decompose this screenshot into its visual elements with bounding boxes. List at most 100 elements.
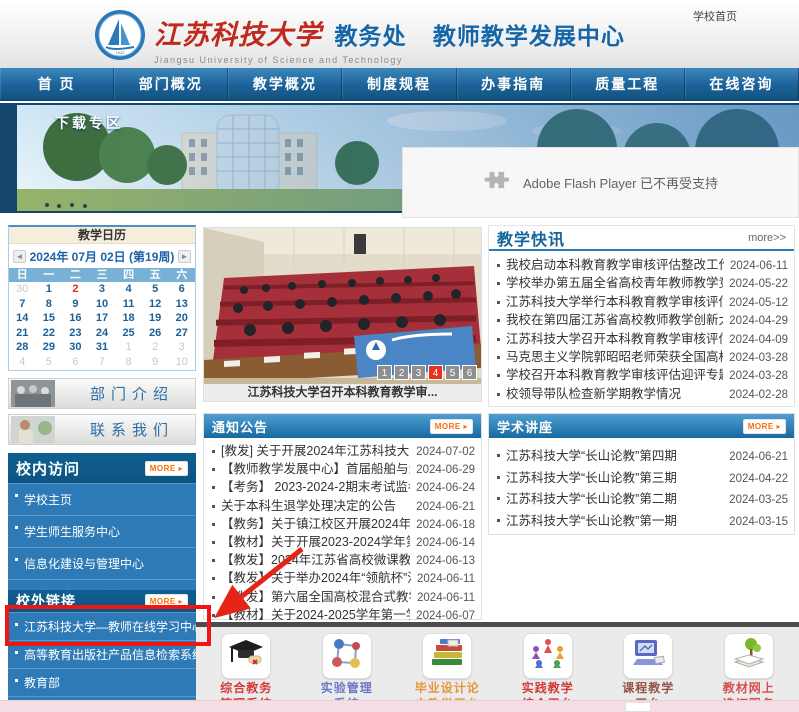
slideshow-page-button[interactable]: 1 <box>377 365 392 380</box>
news-more-link[interactable]: more>> <box>748 232 786 244</box>
nav-item[interactable]: 制度规程 <box>342 68 456 99</box>
app-thesis-platform[interactable]: 毕业设计论 文教学平台 <box>401 633 493 700</box>
calendar-day[interactable]: 30 <box>9 282 36 297</box>
notice-item[interactable]: 【教发】2024年江苏省高校微课教学比赛推... 2024-06-13 <box>210 551 475 569</box>
news-text[interactable]: 学校召开本科教育教学审核评估迎评专题... <box>506 366 723 384</box>
notice-item[interactable]: 【考务】 2023-2024-2期末考试监考班车安... 2024-06-24 <box>210 478 475 496</box>
news-text[interactable]: 学校举办第五届全省高校青年教师教学竞赛... <box>506 274 723 292</box>
notice-text[interactable]: 【教发】关于举办2024年“领航杯”江苏省... <box>221 569 411 587</box>
calendar-day[interactable]: 5 <box>36 355 63 370</box>
nav-item[interactable]: 教学概况 <box>228 68 342 99</box>
calendar-day[interactable]: 24 <box>89 326 116 341</box>
calendar-day[interactable]: 10 <box>89 297 116 312</box>
calendar-day[interactable]: 6 <box>62 355 89 370</box>
calendar-day[interactable]: 31 <box>89 340 116 355</box>
news-item[interactable]: 我校在第四届江苏省高校教师教学创新大赛... 2024-04-29 <box>495 311 788 329</box>
external-more-button[interactable]: MORE ▸ <box>145 594 188 609</box>
calendar-day[interactable]: 8 <box>36 297 63 312</box>
slideshow-page-button[interactable]: 3 <box>411 365 426 380</box>
notice-item[interactable]: 【教务】关于镇江校区开展2024年大类专业... 2024-06-18 <box>210 515 475 533</box>
news-item[interactable]: 江苏科技大学召开本科教育教学审核评估启... 2024-04-09 <box>495 330 788 348</box>
calendar-day[interactable]: 20 <box>168 311 195 326</box>
calendar-day[interactable]: 17 <box>89 311 116 326</box>
calendar-day[interactable]: 11 <box>115 297 142 312</box>
notice-text[interactable]: [教发] 关于开展2024年江苏科技大学青年... <box>221 442 410 460</box>
nav-item[interactable]: 办事指南 <box>457 68 571 99</box>
slideshow-page-button[interactable]: 6 <box>462 365 477 380</box>
notice-text[interactable]: 【教师教学发展中心】首届船舶与海洋工程... <box>221 460 410 478</box>
lecture-item[interactable]: 江苏科技大学“长山论教”第四期 2024-06-21 <box>495 446 788 468</box>
calendar-day[interactable]: 7 <box>89 355 116 370</box>
lecture-item[interactable]: 江苏科技大学“长山论教”第三期 2024-04-22 <box>495 468 788 490</box>
notice-text[interactable]: 【考务】 2023-2024-2期末考试监考班车安... <box>221 478 410 496</box>
intranet-link[interactable]: 信息化建设与管理中心 <box>8 547 196 579</box>
calendar-day[interactable]: 7 <box>9 297 36 312</box>
notices-more-button[interactable]: MORE ▸ <box>430 419 473 434</box>
lecture-text[interactable]: 江苏科技大学“长山论教”第三期 <box>506 468 723 490</box>
nav-item[interactable]: 部门概况 <box>114 68 228 99</box>
news-text[interactable]: 我校在第四届江苏省高校教师教学创新大赛... <box>506 311 723 329</box>
app-textbook-ordering[interactable]: 教材网上 选订服务 <box>703 633 795 700</box>
intranet-more-button[interactable]: MORE ▸ <box>145 461 188 476</box>
calendar-day[interactable]: 13 <box>168 297 195 312</box>
notice-text[interactable]: 【教发】第六届全国高校混合式教学设计创... <box>221 588 411 606</box>
external-link[interactable]: 高等教育出版社产品信息检索系统 <box>8 640 196 668</box>
calendar-day[interactable]: 4 <box>115 282 142 297</box>
calendar-day[interactable]: 9 <box>142 355 169 370</box>
slideshow-caption[interactable]: 江苏科技大学召开本科教育教学审... <box>204 384 481 401</box>
news-slideshow[interactable]: 123456 江苏科技大学召开本科教育教学审... <box>203 227 482 402</box>
external-link[interactable]: 教育部 <box>8 668 196 696</box>
intranet-link[interactable]: 学校主页 <box>8 483 196 515</box>
calendar-day[interactable]: 1 <box>36 282 63 297</box>
calendar-day[interactable]: 25 <box>115 326 142 341</box>
news-item[interactable]: 我校启动本科教育教学审核评估整改工作 2024-06-11 <box>495 256 788 274</box>
notice-text[interactable]: 【教务】关于镇江校区开展2024年大类专业... <box>221 515 410 533</box>
calendar-day[interactable]: 29 <box>36 340 63 355</box>
calendar-day[interactable]: 2 <box>62 282 89 297</box>
news-text[interactable]: 校领导带队检查新学期教学情况 <box>506 385 723 403</box>
news-item[interactable]: 校领导带队检查新学期教学情况 2024-02-28 <box>495 385 788 403</box>
notice-text[interactable]: 【教材】关于开展2023-2024学年第二学期... <box>221 533 410 551</box>
calendar-day[interactable]: 30 <box>62 340 89 355</box>
calendar-day[interactable]: 15 <box>36 311 63 326</box>
news-text[interactable]: 江苏科技大学召开本科教育教学审核评估启... <box>506 330 723 348</box>
lecture-text[interactable]: 江苏科技大学“长山论教”第一期 <box>506 511 723 533</box>
calendar-day[interactable]: 12 <box>142 297 169 312</box>
calendar-day[interactable]: 3 <box>89 282 116 297</box>
slideshow-page-button[interactable]: 4 <box>428 365 443 380</box>
calendar-day[interactable]: 14 <box>9 311 36 326</box>
external-link[interactable]: 江苏科技大学—教师在线学习中心 <box>8 612 196 640</box>
app-practice-platform[interactable]: 实践教学 综合平台 <box>502 633 594 700</box>
news-item[interactable]: 学校召开本科教育教学审核评估迎评专题... 2024-03-28 <box>495 366 788 384</box>
notice-text[interactable]: 【教发】2024年江苏省高校微课教学比赛推... <box>221 551 410 569</box>
calendar-next-button[interactable]: ► <box>178 250 191 263</box>
app-academic-admin[interactable]: 综合教务 管理系统 <box>200 633 292 700</box>
news-item[interactable]: 学校举办第五届全省高校青年教师教学竞赛... 2024-05-22 <box>495 274 788 292</box>
intranet-link[interactable]: 学生师生服务中心 <box>8 515 196 547</box>
notice-item[interactable]: 【教发】关于举办2024年“领航杯”江苏省... 2024-06-11 <box>210 569 475 587</box>
calendar-day[interactable]: 8 <box>115 355 142 370</box>
news-text[interactable]: 马克思主义学院郭昭昭老师荣获全国高校思... <box>506 348 723 366</box>
download-zone-label[interactable]: 下载专区 <box>55 113 123 133</box>
news-text[interactable]: 我校启动本科教育教学审核评估整改工作 <box>506 256 724 274</box>
calendar-prev-button[interactable]: ◄ <box>13 250 26 263</box>
dept-intro-button[interactable]: 部门介绍 <box>8 378 196 409</box>
calendar-day[interactable]: 3 <box>168 340 195 355</box>
notice-text[interactable]: 关于本科生退学处理决定的公告 <box>221 497 410 515</box>
lecture-text[interactable]: 江苏科技大学“长山论教”第二期 <box>506 489 723 511</box>
calendar-day[interactable]: 28 <box>9 340 36 355</box>
notice-item[interactable]: 关于本科生退学处理决定的公告 2024-06-21 <box>210 497 475 515</box>
calendar-day[interactable]: 21 <box>9 326 36 341</box>
lecture-item[interactable]: 江苏科技大学“长山论教”第二期 2024-03-25 <box>495 489 788 511</box>
slideshow-page-button[interactable]: 2 <box>394 365 409 380</box>
calendar-day[interactable]: 22 <box>36 326 63 341</box>
app-lab-management[interactable]: 实验管理 系统 <box>301 633 393 700</box>
notice-item[interactable]: [教发] 关于开展2024年江苏科技大学青年... 2024-07-02 <box>210 442 475 460</box>
nav-item[interactable]: 在线咨询 <box>685 68 799 99</box>
notice-item[interactable]: 【教师教学发展中心】首届船舶与海洋工程... 2024-06-29 <box>210 460 475 478</box>
nav-item[interactable]: 首 页 <box>0 68 114 99</box>
news-item[interactable]: 马克思主义学院郭昭昭老师荣获全国高校思... 2024-03-28 <box>495 348 788 366</box>
calendar-day[interactable]: 9 <box>62 297 89 312</box>
calendar-day[interactable]: 2 <box>142 340 169 355</box>
calendar-day[interactable]: 18 <box>115 311 142 326</box>
